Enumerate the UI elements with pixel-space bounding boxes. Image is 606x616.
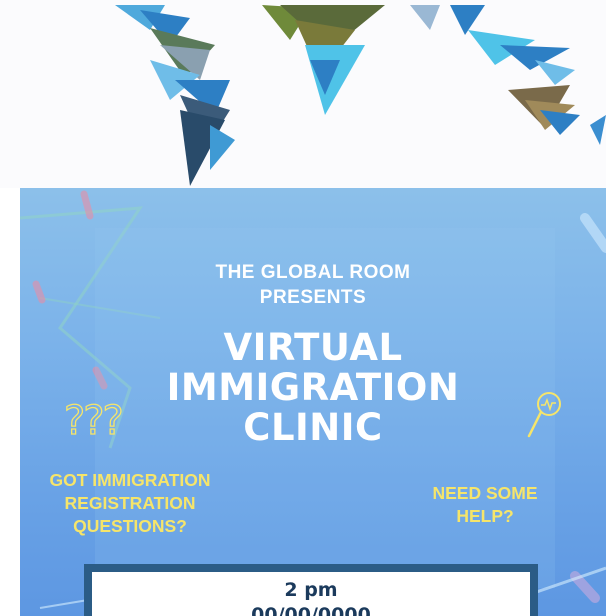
presenter-heading: THE GLOBAL ROOM PRESENTS xyxy=(20,260,606,310)
left-question-line-2: REGISTRATION xyxy=(64,493,196,513)
presenter-line-2: PRESENTS xyxy=(259,287,367,308)
left-question-line-3: QUESTIONS? xyxy=(73,516,187,536)
event-date: 00/00/0000 xyxy=(251,604,371,616)
question-marks-icon: ??? xyxy=(63,397,124,444)
title-line-1: VIRTUAL xyxy=(223,326,403,369)
left-question: GOT IMMIGRATION REGISTRATION QUESTIONS? xyxy=(24,469,236,538)
event-time: 2 pm xyxy=(284,579,338,601)
world-map-collage-icon xyxy=(115,5,606,186)
presenter-line-1: THE GLOBAL ROOM xyxy=(215,262,411,283)
right-question-line-2: HELP? xyxy=(456,506,514,526)
right-question-line-1: NEED SOME xyxy=(432,483,538,503)
world-map-collage xyxy=(0,0,606,188)
right-question: NEED SOME HELP? xyxy=(415,482,555,528)
magnifier-icon xyxy=(527,392,561,438)
event-datetime-panel: 2 pm 00/00/0000 xyxy=(92,572,530,616)
poster-panel: THE GLOBAL ROOM PRESENTS VIRTUAL IMMIGRA… xyxy=(20,188,606,616)
left-question-line-1: GOT IMMIGRATION xyxy=(49,470,211,490)
event-datetime-box: 2 pm 00/00/0000 xyxy=(84,564,538,616)
